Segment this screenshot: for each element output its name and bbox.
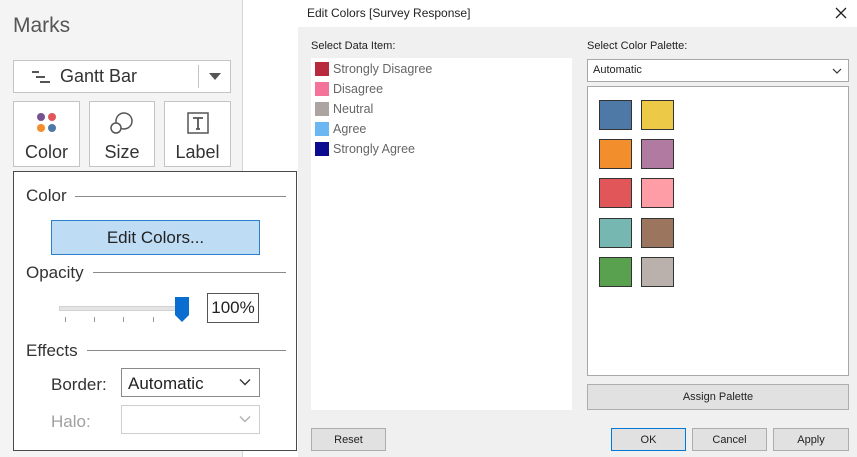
color-shelf-label: Color [24, 142, 68, 162]
chevron-down-icon [239, 416, 251, 423]
palette-swatch[interactable] [599, 218, 632, 248]
palette-select-value: Automatic [593, 64, 642, 76]
caret-down-icon[interactable] [209, 73, 221, 80]
size-circles-icon [110, 112, 133, 134]
palette-swatch[interactable] [599, 139, 632, 169]
palette-swatch[interactable] [641, 257, 674, 287]
opacity-heading: Opacity [26, 263, 84, 282]
border-select-value: Automatic [128, 374, 204, 393]
dialog-title: Edit Colors [Survey Response] [307, 6, 471, 20]
halo-label: Halo: [51, 412, 91, 431]
data-item-swatch [315, 122, 329, 136]
palette-swatch[interactable] [599, 100, 632, 130]
data-item-swatch [315, 142, 329, 156]
slider-tick [65, 317, 66, 322]
select-data-item-label: Select Data Item: [311, 40, 396, 52]
palette-swatch[interactable] [641, 178, 674, 208]
section-divider [93, 272, 286, 273]
screen: Marks Gantt Bar Color Size Label Color E… [0, 0, 857, 457]
opacity-slider-thumb[interactable] [175, 297, 189, 322]
palette-area [587, 86, 849, 376]
label-shelf-label: Label [175, 142, 220, 162]
palette-swatch[interactable] [599, 178, 632, 208]
dropdown-divider [198, 65, 199, 88]
halo-select [121, 405, 260, 434]
assign-palette-button[interactable]: Assign Palette [587, 384, 849, 410]
palette-select[interactable]: Automatic [587, 59, 849, 82]
data-item-swatch [315, 82, 329, 96]
section-divider [75, 196, 286, 197]
mark-type-label: Gantt Bar [60, 66, 138, 86]
text-label-icon [186, 112, 209, 134]
label-shelf-button[interactable]: Label [164, 101, 231, 167]
palette-swatch[interactable] [599, 257, 632, 287]
marks-title: Marks [13, 14, 71, 37]
data-item-swatch [315, 102, 329, 116]
border-label: Border: [51, 375, 107, 394]
edit-colors-dialog: Edit Colors [Survey Response] Select Dat… [298, 0, 857, 457]
chevron-down-icon [832, 68, 842, 74]
data-item-swatch [315, 62, 329, 76]
ok-button[interactable]: OK [611, 428, 686, 451]
opacity-slider-track[interactable] [59, 306, 186, 311]
dialog-titlebar: Edit Colors [Survey Response] [298, 0, 857, 27]
data-item-label: Disagree [333, 82, 384, 96]
slider-tick [94, 317, 95, 322]
effects-heading: Effects [26, 341, 78, 360]
mark-type-dropdown[interactable]: Gantt Bar [13, 60, 231, 93]
select-color-palette-label: Select Color Palette: [587, 40, 688, 52]
data-item-label: Strongly Disagree [333, 62, 433, 76]
color-popup: Color Edit Colors... Opacity 100% Effect… [13, 171, 297, 451]
size-shelf-button[interactable]: Size [89, 101, 155, 167]
slider-tick [123, 317, 124, 322]
color-shelf-button[interactable]: Color [13, 101, 80, 167]
gantt-bar-icon [32, 71, 50, 83]
slider-tick [153, 317, 154, 322]
border-select[interactable]: Automatic [121, 368, 260, 397]
cancel-button[interactable]: Cancel [692, 428, 767, 451]
palette-swatch[interactable] [641, 100, 674, 130]
data-item-label: Neutral [333, 102, 374, 116]
data-item-label: Agree [333, 122, 367, 136]
color-heading: Color [26, 186, 67, 205]
data-items-list: Strongly Disagree Disagree Neutral Agree… [311, 58, 572, 410]
palette-swatch[interactable] [641, 218, 674, 248]
reset-button[interactable]: Reset [311, 428, 386, 451]
apply-button[interactable]: Apply [773, 428, 849, 451]
edit-colors-button[interactable]: Edit Colors... [51, 220, 260, 255]
color-dots-icon [36, 113, 56, 132]
close-icon[interactable] [833, 5, 849, 21]
size-shelf-label: Size [104, 142, 140, 162]
opacity-value-field[interactable]: 100% [207, 293, 259, 323]
palette-swatch[interactable] [641, 139, 674, 169]
chevron-down-icon [239, 379, 251, 386]
data-item-label: Strongly Agree [333, 142, 415, 156]
section-divider [87, 350, 286, 351]
